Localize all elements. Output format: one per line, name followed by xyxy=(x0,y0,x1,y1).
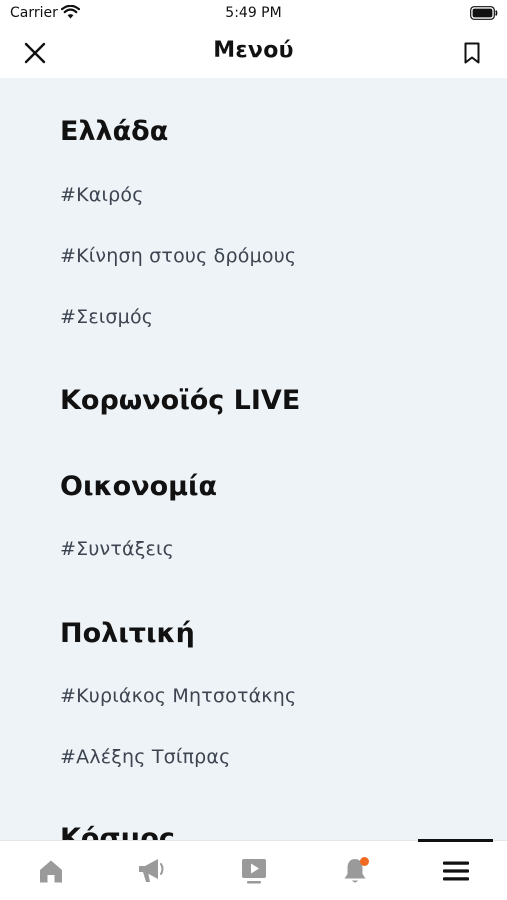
notification-badge xyxy=(360,857,369,866)
status-bar: Carrier 5:49 PM xyxy=(0,0,507,28)
tag-traffic[interactable]: #Κίνηση στους δρόμους xyxy=(60,245,296,267)
megaphone-icon xyxy=(138,859,163,882)
status-time: 5:49 PM xyxy=(225,5,282,21)
tag-mitsotakis[interactable]: #Κυριάκος Μητσοτάκης xyxy=(60,685,296,707)
section-greece[interactable]: Ελλάδα xyxy=(60,116,168,147)
tag-tsipras[interactable]: #Αλέξης Τσίπρας xyxy=(60,746,231,768)
page-title: Μενού xyxy=(213,38,294,63)
battery-icon xyxy=(470,6,498,20)
tab-notifications[interactable] xyxy=(304,841,405,900)
video-icon xyxy=(241,859,266,884)
section-world[interactable]: Κόσμος xyxy=(60,823,175,840)
tag-earthquake[interactable]: #Σεισμός xyxy=(60,306,153,328)
bookmarks-button[interactable] xyxy=(455,36,489,70)
tag-pensions[interactable]: #Συντάξεις xyxy=(60,538,174,560)
tab-bar xyxy=(0,839,507,900)
tab-menu[interactable] xyxy=(405,841,506,900)
menu-list: Ελλάδα #Καιρός #Κίνηση στους δρόμους #Σε… xyxy=(0,78,507,840)
tab-videos[interactable] xyxy=(203,841,304,900)
section-politics[interactable]: Πολιτική xyxy=(60,618,195,649)
section-economy[interactable]: Οικονομία xyxy=(60,471,217,502)
close-button[interactable] xyxy=(18,36,52,70)
bookmark-icon xyxy=(464,42,480,64)
tag-weather[interactable]: #Καιρός xyxy=(60,184,144,206)
nav-bar: Μενού xyxy=(0,28,507,78)
home-icon xyxy=(39,860,62,883)
section-coronavirus-live[interactable]: Κορωνοϊός LIVE xyxy=(60,385,300,416)
tab-home[interactable] xyxy=(0,841,101,900)
close-icon xyxy=(24,42,46,64)
menu-icon xyxy=(442,861,469,881)
tab-announcements[interactable] xyxy=(101,841,202,900)
